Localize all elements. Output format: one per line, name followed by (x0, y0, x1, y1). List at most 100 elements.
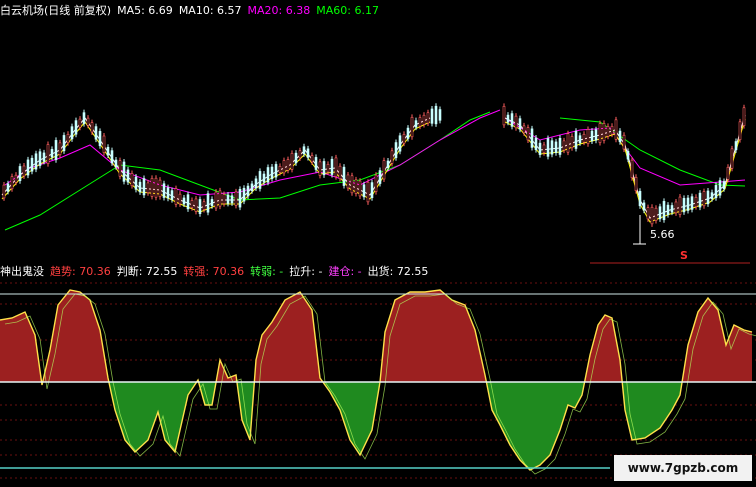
price-panel (1, 103, 750, 264)
candle-body (178, 193, 182, 205)
candle-body (658, 206, 662, 220)
candle-body (366, 181, 370, 203)
candle-body (418, 117, 422, 127)
candle-body (390, 150, 394, 164)
candle-body (198, 199, 202, 214)
candle-body (602, 123, 606, 141)
candle-body (646, 207, 650, 220)
candle-body (426, 112, 430, 124)
candle-body (650, 206, 654, 225)
candle-body (142, 178, 146, 196)
candle-body (30, 157, 34, 172)
candle-body (694, 196, 698, 207)
candle-body (134, 176, 138, 190)
candle-body (66, 134, 70, 143)
candle-body (206, 193, 210, 213)
candle-body (146, 182, 150, 194)
candle-body (386, 160, 390, 168)
candle-body (406, 127, 410, 139)
candle-body (310, 155, 314, 163)
candle-body (350, 175, 354, 194)
candle-body (582, 133, 586, 143)
candle-body (722, 181, 726, 190)
candle-body (550, 140, 554, 155)
candle-body (422, 114, 426, 125)
candle-body (370, 182, 374, 199)
candle-body (410, 117, 414, 138)
candle-body (710, 192, 714, 199)
candle-body (506, 114, 510, 123)
candle-body (346, 174, 350, 189)
candle-body (546, 138, 550, 157)
candle-body (322, 161, 326, 176)
candle-body (730, 148, 734, 169)
candle-body (514, 115, 518, 129)
candle-body (430, 108, 434, 124)
candle-body (278, 166, 282, 173)
candle-body (314, 157, 318, 170)
candle-body (18, 166, 22, 182)
candle-body (638, 190, 642, 207)
candle-body (358, 180, 362, 197)
candle-body (682, 198, 686, 213)
candle-body (78, 118, 82, 128)
candle-body (22, 165, 26, 177)
candle-body (90, 122, 94, 133)
candle-body (186, 194, 190, 210)
candle-body (106, 146, 110, 156)
candle-body (202, 201, 206, 210)
ma60-line (4, 111, 491, 231)
candle-body (266, 167, 270, 183)
candle-body (634, 177, 638, 191)
candle-body (62, 135, 66, 152)
candle-body (734, 141, 738, 151)
candle-body (38, 151, 42, 166)
candle-body (98, 131, 102, 147)
candle-body (246, 185, 250, 197)
candle-body (166, 187, 170, 199)
candle-body (666, 204, 670, 215)
candle-body (742, 107, 746, 126)
candle-body (702, 191, 706, 207)
chart-canvas: 5.66 S (0, 103, 756, 479)
candle-body (342, 166, 346, 186)
candle-body (258, 171, 262, 189)
candle-body (58, 142, 62, 156)
candle-body (626, 151, 630, 160)
candle-body (642, 202, 646, 211)
candle-body (82, 112, 86, 124)
candle-body (566, 133, 570, 153)
candle-body (534, 137, 538, 150)
candle-body (114, 159, 118, 167)
candle-body (678, 196, 682, 215)
candle-body (570, 136, 574, 149)
candle-body (94, 126, 98, 140)
candle-body (562, 140, 566, 151)
candle-body (154, 177, 158, 198)
candle-body (238, 189, 242, 208)
candle-body (50, 149, 54, 158)
candle-body (698, 192, 702, 208)
candle-body (618, 130, 622, 143)
candle-body (394, 142, 398, 159)
candle-body (162, 183, 166, 198)
candle-body (174, 188, 178, 205)
candle-body (526, 127, 530, 141)
candle-body (614, 119, 618, 140)
candle-body (6, 183, 10, 192)
candle-body (34, 153, 38, 170)
candle-body (122, 161, 126, 182)
candle-body (738, 121, 742, 140)
candle-body (150, 178, 154, 197)
candle-body (290, 153, 294, 170)
candle-body (362, 184, 366, 198)
candle-body (670, 205, 674, 213)
candle-body (630, 159, 634, 178)
candle-body (14, 174, 18, 183)
candle-body (522, 125, 526, 134)
candle-body (2, 184, 6, 199)
candle-body (374, 174, 378, 192)
candle-body (554, 141, 558, 154)
candle-body (110, 150, 114, 164)
candle-body (270, 166, 274, 179)
